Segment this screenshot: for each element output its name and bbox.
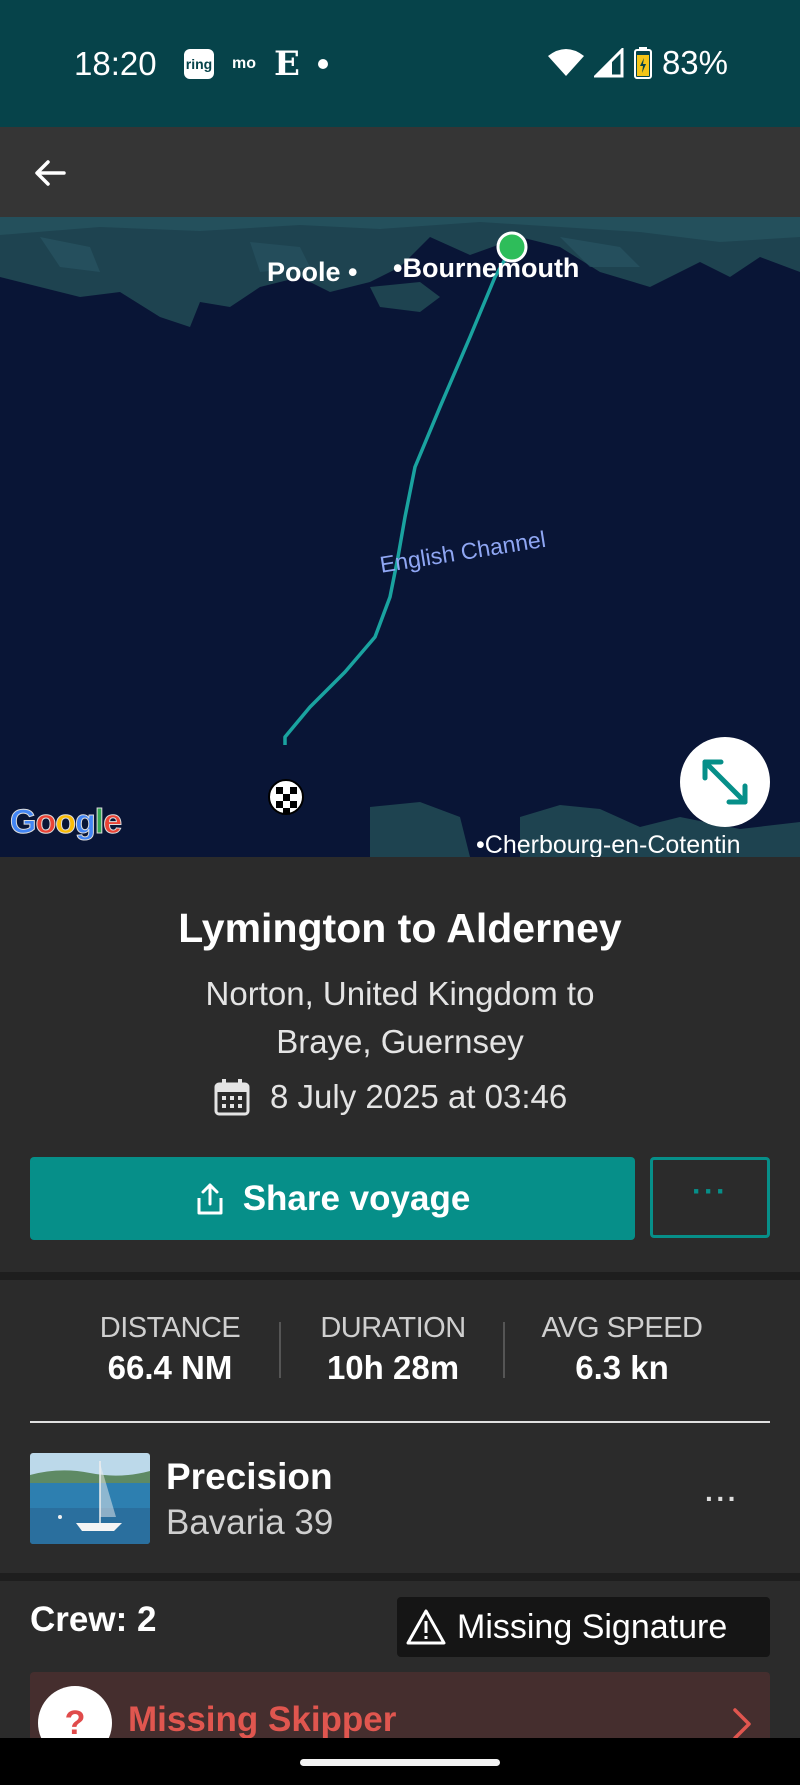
back-arrow-icon[interactable] (30, 153, 70, 193)
stat-distance: DISTANCE 66.4 NM (65, 1312, 275, 1387)
map-geography (0, 217, 800, 857)
home-gesture-handle[interactable] (300, 1759, 500, 1766)
stat-duration-label: DURATION (320, 1312, 466, 1344)
boat-more-options-icon[interactable]: ··· (705, 1485, 739, 1513)
stat-avg-speed-value: 6.3 kn (575, 1349, 669, 1386)
signal-icon (593, 48, 624, 78)
wifi-icon (547, 49, 584, 76)
stat-avg-speed-label: AVG SPEED (541, 1312, 703, 1344)
voyage-track (283, 246, 514, 745)
bournemouth-label: •Bournemouth (393, 253, 580, 283)
stats-divider (30, 1421, 770, 1423)
boat-name: Precision (166, 1456, 333, 1497)
system-icons: 83% (547, 44, 728, 82)
missing-skipper-label: Missing Skipper (128, 1700, 397, 1739)
status-bar: 18:20 ring mo E 83% (0, 0, 800, 127)
google-logo: Google (9, 803, 122, 842)
voyage-date: 8 July 2025 at 03:46 (270, 1078, 568, 1115)
voyage-title: Lymington to Alderney (178, 905, 622, 951)
finish-flag-icon (268, 779, 304, 815)
expand-map-button[interactable] (680, 737, 770, 827)
voyage-date-row: 8 July 2025 at 03:46 (214, 1078, 567, 1116)
cherbourg-label: •Cherbourg-en-Cotentin (476, 831, 741, 857)
poole-label: Poole • (267, 257, 358, 287)
boat-photo-image (30, 1453, 150, 1544)
stat-duration-value: 10h 28m (326, 1349, 460, 1386)
notification-icons: ring mo E (184, 44, 328, 84)
share-voyage-label: Share voyage (242, 1178, 471, 1218)
stat-separator (503, 1322, 505, 1378)
chevron-right-icon (733, 1708, 751, 1740)
stat-separator (279, 1322, 281, 1378)
crew-count: Crew: 2 (30, 1600, 157, 1639)
ring-app-icon: ring (184, 49, 214, 79)
mo-app-icon: mo (232, 55, 256, 72)
section-divider (0, 1272, 800, 1280)
voyage-route: Norton, United Kingdom to Braye, Guernse… (205, 975, 595, 1060)
stat-distance-value: 66.4 NM (107, 1349, 233, 1386)
share-icon (197, 1183, 223, 1214)
app-bar (0, 127, 800, 217)
voyage-detail-screen: 18:20 ring mo E 83% Poole • •Bournemouth… (0, 0, 800, 1785)
stat-distance-label: DISTANCE (99, 1312, 241, 1344)
stat-avg-speed: AVG SPEED 6.3 kn (517, 1312, 727, 1387)
missing-signature-badge[interactable]: Missing Signature (397, 1597, 770, 1657)
status-time: 18:20 (74, 45, 157, 82)
boat-model: Bavaria 39 (166, 1503, 334, 1542)
voyage-map[interactable]: Poole • •Bournemouth English Channel •Ch… (0, 217, 800, 857)
missing-signature-label: Missing Signature (457, 1607, 728, 1646)
e-app-icon: E (274, 44, 300, 84)
battery-percent: 83% (661, 44, 728, 81)
stat-duration: DURATION 10h 28m (288, 1312, 498, 1387)
section-divider (0, 1573, 800, 1581)
system-nav-bar (0, 1738, 800, 1785)
more-notifications-dot-icon (317, 59, 328, 69)
share-voyage-button[interactable]: Share voyage (30, 1157, 635, 1240)
warning-icon (406, 1609, 446, 1645)
more-options-icon: ··· (692, 1174, 728, 1208)
boat-photo[interactable] (30, 1453, 150, 1544)
battery-icon (633, 47, 652, 79)
calendar-icon (214, 1079, 250, 1116)
expand-arrows-icon (702, 759, 748, 805)
voyage-more-button[interactable]: ··· (650, 1157, 770, 1238)
